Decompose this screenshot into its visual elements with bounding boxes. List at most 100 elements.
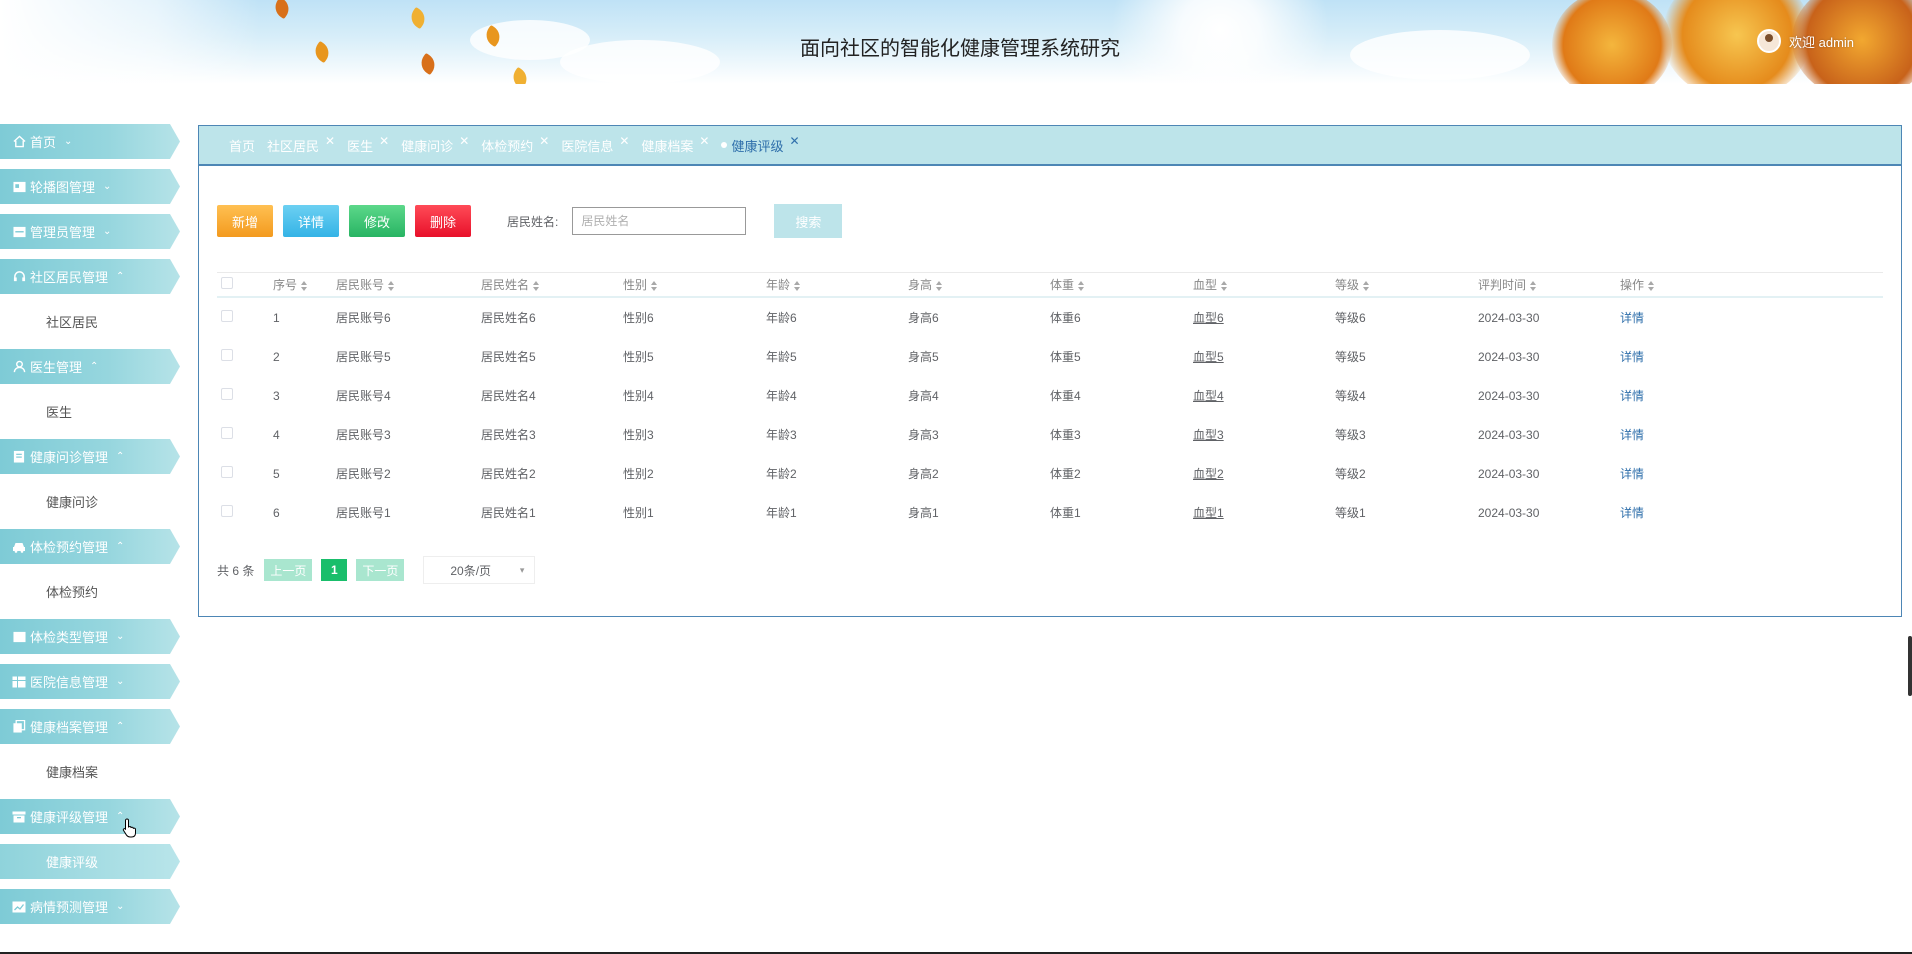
chevron-down-icon: ▾ bbox=[519, 565, 525, 575]
column-header[interactable]: 血型 bbox=[1193, 276, 1335, 293]
table-row[interactable]: 6 居民账号1 居民姓名1 性别1 年龄1 身高1 体重1 血型1 等级1 2024-03-30 详… bbox=[217, 493, 1883, 532]
edit-button[interactable]: 修改 bbox=[349, 205, 405, 237]
table-cell: 体重3 bbox=[1050, 428, 1081, 442]
submenu-item-records[interactable]: 健康档案 bbox=[0, 754, 180, 789]
table-row[interactable]: 1 居民账号6 居民姓名6 性别6 年龄6 身高6 体重6 血型6 等级6 2024-03-30 详… bbox=[217, 298, 1883, 337]
sidebar-item-label: 健康评级管理 bbox=[30, 810, 109, 825]
sidebar-item-rating[interactable]: 健康评级管理 ⌃ bbox=[0, 799, 180, 834]
column-header[interactable]: 性别 bbox=[623, 276, 766, 293]
close-icon[interactable]: ✕ bbox=[539, 134, 549, 148]
chevron-down-icon: ⌄ bbox=[116, 901, 125, 912]
scrollbar-handle[interactable] bbox=[1908, 636, 1912, 696]
prev-page-button[interactable]: 上一页 bbox=[264, 559, 313, 581]
table-row[interactable]: 4 居民账号3 居民姓名3 性别3 年龄3 身高3 体重3 血型3 等级3 2024-03-30 详… bbox=[217, 415, 1883, 454]
chevron-down-icon: ⌄ bbox=[116, 676, 125, 687]
sidebar-item-carousel[interactable]: 轮播图管理 ⌄ bbox=[0, 169, 180, 204]
tab-checkup[interactable]: 体检预约 ✕ bbox=[481, 134, 549, 155]
tab-label: 首页 bbox=[229, 138, 256, 154]
search-button[interactable]: 搜索 bbox=[774, 204, 843, 238]
page-title: 面向社区的智能化健康管理系统研究 bbox=[800, 36, 1120, 60]
tab-doctor[interactable]: 医生 ✕ bbox=[347, 134, 389, 155]
sidebar-item-label: 病情预测管理 bbox=[30, 900, 109, 915]
sidebar-item-doctor[interactable]: 医生管理 ⌃ bbox=[0, 349, 180, 384]
select-all-checkbox[interactable] bbox=[221, 277, 233, 289]
table-row[interactable]: 3 居民账号4 居民姓名4 性别4 年龄4 身高4 体重4 血型4 等级4 2024-03-30 详… bbox=[217, 376, 1883, 415]
table-cell: 居民姓名1 bbox=[481, 506, 536, 520]
table-cell: 体重6 bbox=[1050, 311, 1081, 325]
page-number-button[interactable]: 1 bbox=[321, 559, 348, 581]
column-header[interactable]: 操作 bbox=[1620, 276, 1720, 293]
user-icon bbox=[12, 360, 26, 374]
table-cell: 居民姓名4 bbox=[481, 389, 536, 403]
page-size-select[interactable]: 20条/页 ▾ bbox=[423, 556, 536, 584]
detail-link[interactable]: 详情 bbox=[1620, 467, 1644, 481]
close-icon[interactable]: ✕ bbox=[459, 134, 469, 148]
row-checkbox[interactable] bbox=[221, 427, 233, 439]
sidebar-item-checkup-type[interactable]: 体检类型管理 ⌄ bbox=[0, 619, 180, 654]
row-checkbox[interactable] bbox=[221, 505, 233, 517]
row-checkbox[interactable] bbox=[221, 349, 233, 361]
submenu-item-rating[interactable]: 健康评级 bbox=[0, 844, 180, 879]
detail-link[interactable]: 详情 bbox=[1620, 389, 1644, 403]
tab-residents[interactable]: 社区居民 ✕ bbox=[267, 134, 335, 155]
table-cell: 2 bbox=[273, 349, 280, 364]
delete-button[interactable]: 删除 bbox=[415, 205, 471, 237]
detail-link[interactable]: 详情 bbox=[1620, 350, 1644, 364]
sidebar-item-records[interactable]: 健康档案管理 ⌃ bbox=[0, 709, 180, 744]
column-header[interactable]: 年龄 bbox=[766, 276, 908, 293]
submenu-item-residents[interactable]: 社区居民 bbox=[0, 304, 180, 339]
table-row[interactable]: 2 居民账号5 居民姓名5 性别5 年龄5 身高5 体重5 血型5 等级5 2024-03-30 详… bbox=[217, 337, 1883, 376]
close-icon[interactable]: ✕ bbox=[790, 134, 800, 148]
column-header[interactable]: 居民姓名 bbox=[481, 276, 623, 293]
chart-icon bbox=[12, 900, 26, 914]
tab-rating[interactable]: 健康评级 ✕ bbox=[721, 134, 800, 155]
column-header[interactable]: 序号 bbox=[273, 276, 336, 293]
sidebar-item-prediction[interactable]: 病情预测管理 ⌄ bbox=[0, 889, 180, 924]
tab-home[interactable]: 首页 bbox=[229, 136, 255, 155]
avatar[interactable] bbox=[1757, 29, 1781, 53]
search-input[interactable] bbox=[572, 207, 747, 235]
tab-hospital[interactable]: 医院信息 ✕ bbox=[561, 134, 629, 155]
detail-link[interactable]: 详情 bbox=[1620, 506, 1644, 520]
table-cell: 等级3 bbox=[1335, 428, 1366, 442]
search-label: 居民姓名: bbox=[507, 214, 559, 229]
column-header[interactable]: 身高 bbox=[908, 276, 1050, 293]
tab-label: 健康评级 bbox=[731, 138, 784, 154]
table-row[interactable]: 5 居民账号2 居民姓名2 性别2 年龄2 身高2 体重2 血型2 等级2 2024-03-30 详… bbox=[217, 454, 1883, 493]
add-button[interactable]: 新增 bbox=[217, 205, 273, 237]
row-checkbox[interactable] bbox=[221, 388, 233, 400]
next-page-button[interactable]: 下一页 bbox=[356, 559, 405, 581]
sidebar-item-checkup[interactable]: 体检预约管理 ⌃ bbox=[0, 529, 180, 564]
sidebar-item-home[interactable]: 首页 ⌄ bbox=[0, 124, 180, 159]
sidebar-item-hospital[interactable]: 医院信息管理 ⌄ bbox=[0, 664, 180, 699]
close-icon[interactable]: ✕ bbox=[699, 134, 709, 148]
column-header[interactable]: 等级 bbox=[1335, 276, 1478, 293]
table-cell: 2024-03-30 bbox=[1478, 349, 1540, 364]
tab-records[interactable]: 健康档案 ✕ bbox=[641, 134, 709, 155]
sidebar-item-label: 体检类型管理 bbox=[30, 630, 109, 645]
table-cell: 年龄1 bbox=[766, 506, 797, 520]
column-header[interactable]: 居民账号 bbox=[336, 276, 481, 293]
row-checkbox[interactable] bbox=[221, 466, 233, 478]
detail-button[interactable]: 详情 bbox=[283, 205, 339, 237]
column-header[interactable]: 体重 bbox=[1050, 276, 1193, 293]
submenu-item-checkup[interactable]: 体检预约 bbox=[0, 574, 180, 609]
tab-consultation[interactable]: 健康问诊 ✕ bbox=[401, 134, 469, 155]
close-icon[interactable]: ✕ bbox=[325, 134, 335, 148]
table-cell: 4 bbox=[273, 427, 280, 442]
column-header[interactable]: 评判时间 bbox=[1478, 276, 1620, 293]
user-menu[interactable]: 欢迎 admin bbox=[1757, 26, 1854, 56]
sidebar-item-residents[interactable]: 社区居民管理 ⌃ bbox=[0, 259, 180, 294]
close-icon[interactable]: ✕ bbox=[379, 134, 389, 148]
close-icon[interactable]: ✕ bbox=[619, 134, 629, 148]
sidebar-item-consultation[interactable]: 健康问诊管理 ⌃ bbox=[0, 439, 180, 474]
submenu-item-doctor[interactable]: 医生 bbox=[0, 394, 180, 429]
detail-link[interactable]: 详情 bbox=[1620, 428, 1644, 442]
tabs-bar: 首页 社区居民 ✕ 医生 ✕ 健康问诊 ✕ 体检预约 ✕ 医院信息 ✕ 健康档案… bbox=[199, 126, 1901, 166]
table-cell: 血型1 bbox=[1193, 506, 1224, 520]
detail-link[interactable]: 详情 bbox=[1620, 311, 1644, 325]
submenu-item-consultation[interactable]: 健康问诊 bbox=[0, 484, 180, 519]
row-checkbox[interactable] bbox=[221, 310, 233, 322]
sidebar-item-admin[interactable]: 管理员管理 ⌄ bbox=[0, 214, 180, 249]
table-cell: 体重2 bbox=[1050, 467, 1081, 481]
